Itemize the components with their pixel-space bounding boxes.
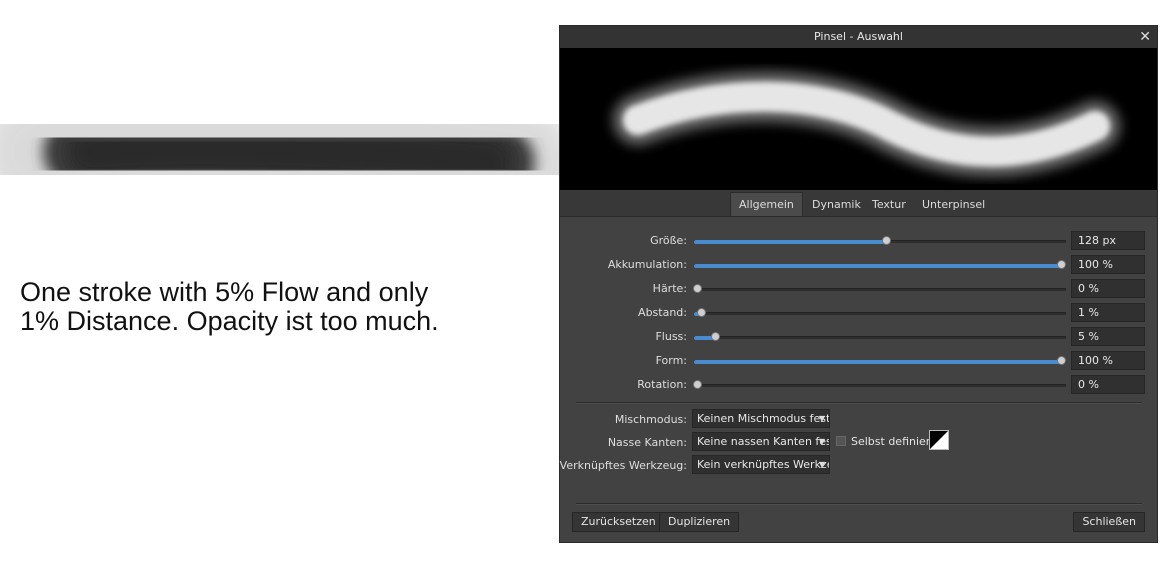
tab-dynamik[interactable]: Dynamik <box>804 193 869 216</box>
chevron-down-icon: ▼ <box>818 414 825 423</box>
brush-stroke-sample <box>0 76 560 222</box>
blend-mode-value: Keinen Mischmodus festl <box>697 412 830 425</box>
dialog-titlebar[interactable]: Pinsel - Auswahl ✕ <box>560 26 1157 48</box>
flow-value-field[interactable]: 5 % <box>1071 327 1145 346</box>
flow-slider[interactable] <box>694 332 1066 341</box>
rotation-value-field[interactable]: 0 % <box>1071 375 1145 394</box>
slider-fill <box>694 264 1062 268</box>
spacing-value-field[interactable]: 1 % <box>1071 303 1145 322</box>
wet-edges-value: Keine nassen Kanten fest <box>697 435 830 448</box>
brush-preview <box>560 48 1157 190</box>
canvas-area[interactable]: One stroke with 5% Flow and only 1% Dist… <box>0 0 560 561</box>
rotation-slider[interactable] <box>693 380 1066 389</box>
chevron-down-icon: ▼ <box>818 460 825 469</box>
slider-row-akkumulation: Akkumulation: 100 % <box>560 255 1157 275</box>
slider-row-fluss: Fluss: 5 % <box>560 327 1157 347</box>
slider-label: Form: <box>655 354 687 367</box>
slider-row-haerte: Härte: 0 % <box>560 279 1157 299</box>
dialog-title: Pinsel - Auswahl <box>814 30 903 43</box>
blend-mode-row: Mischmodus: Keinen Mischmodus festl ▼ <box>560 409 1157 429</box>
slider-row-form: Form: 100 % <box>560 351 1157 371</box>
slider-knob[interactable] <box>693 284 702 293</box>
close-icon[interactable]: ✕ <box>1139 26 1151 48</box>
shape-value-field[interactable]: 100 % <box>1071 351 1145 370</box>
linked-tool-label: Verknüpftes Werkzeug: <box>559 459 687 472</box>
slider-label: Größe: <box>650 234 687 247</box>
linked-tool-row: Verknüpftes Werkzeug: Kein verknüpftes W… <box>560 455 1157 475</box>
annotation-line-2: 1% Distance. Opacity ist too much. <box>20 306 439 336</box>
chevron-down-icon: ▼ <box>818 437 825 446</box>
close-button[interactable]: Schließen <box>1073 512 1145 532</box>
custom-checkbox[interactable] <box>836 436 846 446</box>
slider-row-rotation: Rotation: 0 % <box>560 375 1157 395</box>
slider-label: Fluss: <box>655 330 687 343</box>
divider <box>576 503 1142 505</box>
tab-unterpinsel[interactable]: Unterpinsel <box>914 193 993 216</box>
slider-label: Härte: <box>652 282 687 295</box>
brush-selection-dialog: Pinsel - Auswahl ✕ Allgemein Dynamik Tex… <box>559 25 1158 543</box>
wet-edges-dropdown[interactable]: Keine nassen Kanten fest ▼ <box>692 432 830 451</box>
wet-edges-label: Nasse Kanten: <box>607 436 687 449</box>
tab-allgemein[interactable]: Allgemein <box>730 192 803 216</box>
slider-row-abstand: Abstand: 1 % <box>560 303 1157 323</box>
slider-knob[interactable] <box>882 236 892 245</box>
size-value-field[interactable]: 128 px <box>1071 231 1145 250</box>
slider-knob[interactable] <box>696 308 706 317</box>
hardness-value-field[interactable]: 0 % <box>1071 279 1145 298</box>
linked-tool-dropdown[interactable]: Kein verknüpftes Werkze ▼ <box>692 455 830 474</box>
slider-row-groesse: Größe: 128 px <box>560 231 1157 251</box>
slider-fill <box>694 360 1062 364</box>
hardness-slider[interactable] <box>693 284 1066 293</box>
annotation-line-1: One stroke with 5% Flow and only <box>20 277 429 307</box>
size-slider[interactable] <box>694 236 1066 245</box>
slider-knob[interactable] <box>711 332 721 341</box>
tab-bar: Allgemein Dynamik Textur Unterpinsel <box>560 190 1157 217</box>
reset-button[interactable]: Zurücksetzen <box>572 512 665 532</box>
slider-knob[interactable] <box>693 380 702 389</box>
slider-label: Abstand: <box>638 306 687 319</box>
linked-tool-value: Kein verknüpftes Werkze <box>697 458 830 471</box>
wet-edges-row: Nasse Kanten: Keine nassen Kanten fest ▼… <box>560 430 1157 452</box>
shape-slider[interactable] <box>694 356 1066 365</box>
blend-mode-label: Mischmodus: <box>614 413 687 426</box>
blend-mode-dropdown[interactable]: Keinen Mischmodus festl ▼ <box>692 409 830 428</box>
custom-checkbox-label: Selbst definiert <box>851 435 935 448</box>
divider <box>576 402 1142 404</box>
slider-knob[interactable] <box>1057 260 1066 269</box>
accumulation-value-field[interactable]: 100 % <box>1071 255 1145 274</box>
slider-knob[interactable] <box>1057 356 1066 365</box>
slider-fill <box>694 240 888 244</box>
slider-label: Rotation: <box>637 378 687 391</box>
wet-edges-curve-swatch[interactable] <box>929 430 949 450</box>
accumulation-slider[interactable] <box>694 260 1066 269</box>
tab-textur[interactable]: Textur <box>864 193 914 216</box>
spacing-slider[interactable] <box>694 308 1066 317</box>
annotation-text: One stroke with 5% Flow and only 1% Dist… <box>20 278 540 336</box>
duplicate-button[interactable]: Duplizieren <box>659 512 740 532</box>
slider-label: Akkumulation: <box>607 258 687 271</box>
